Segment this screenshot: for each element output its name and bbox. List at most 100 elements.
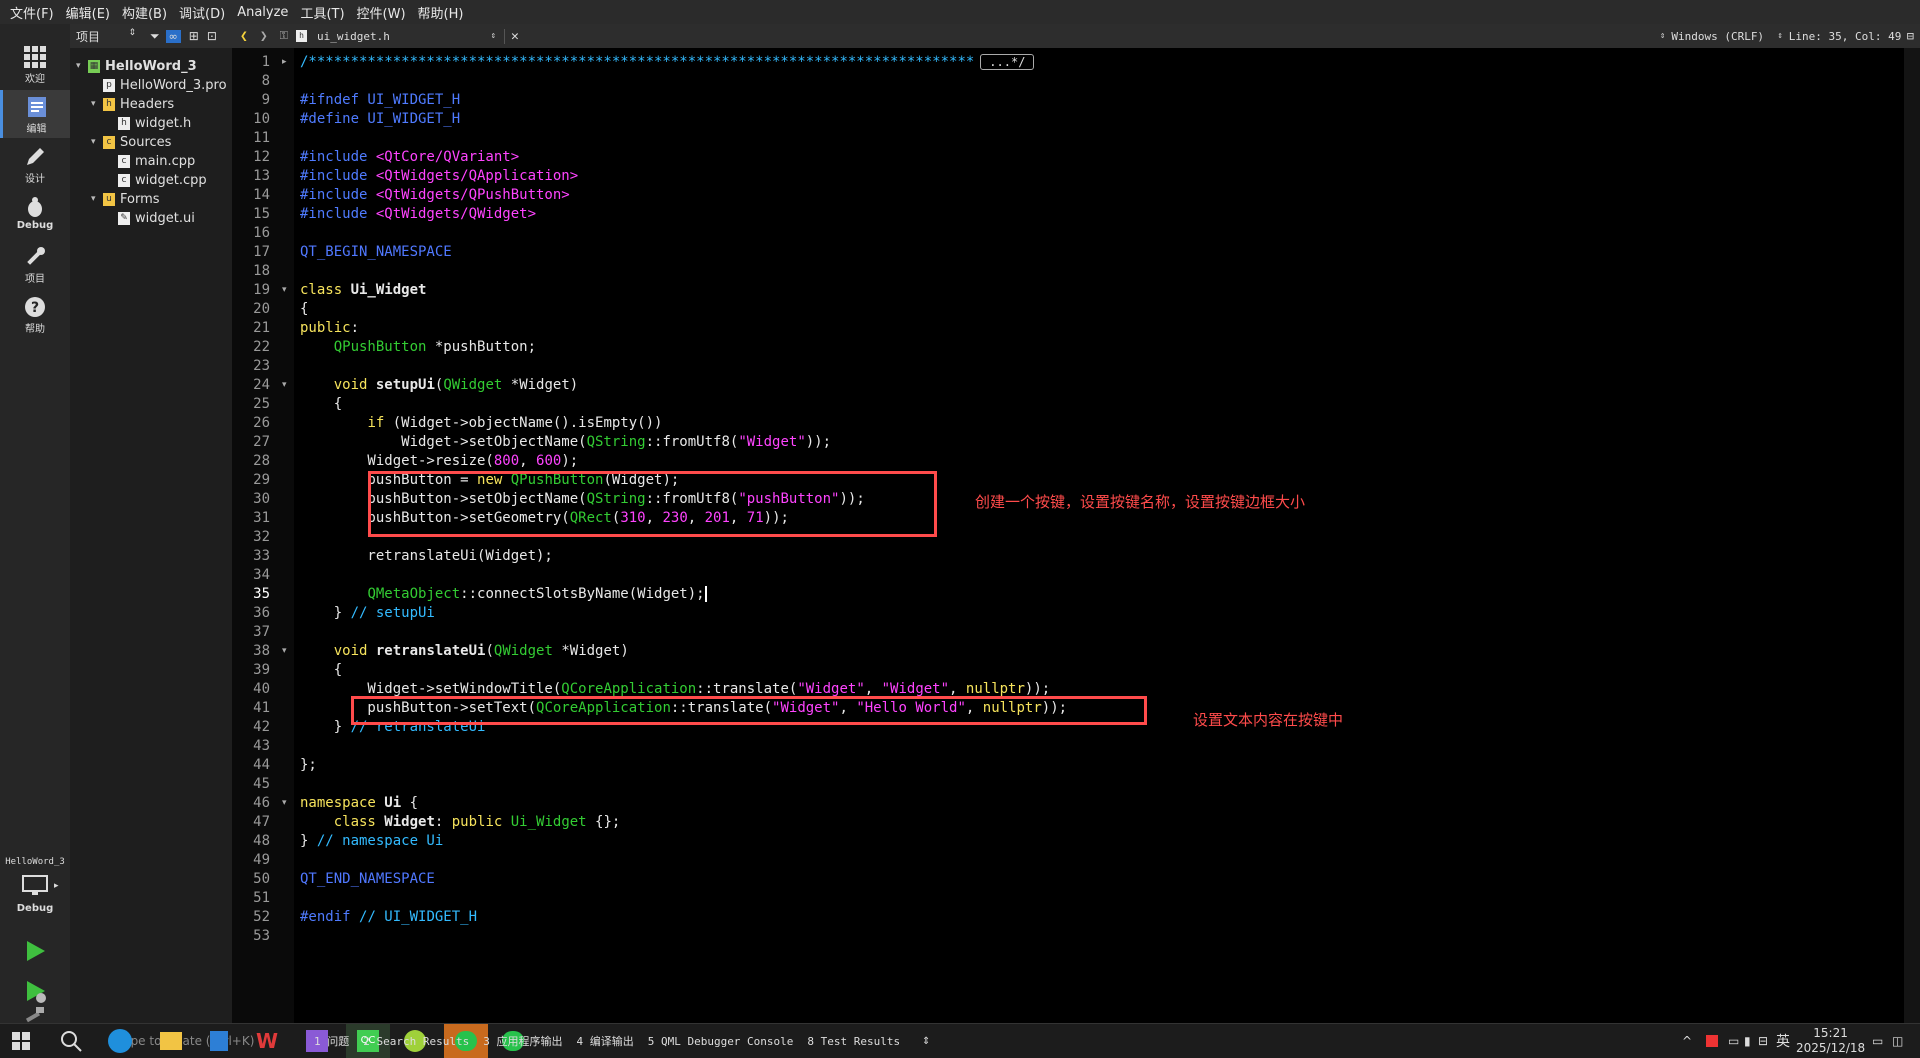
menu-item[interactable]: 构建(B) (116, 3, 173, 22)
edge-app-icon[interactable] (108, 1024, 132, 1058)
file-tab[interactable]: h ui_widget.h ⇕ (296, 30, 496, 43)
fold-expand-icon[interactable]: ▸ (282, 53, 287, 72)
close-file-icon[interactable]: ✕ (504, 28, 519, 44)
file-explorer-icon[interactable] (160, 1024, 182, 1058)
mode-design[interactable]: 设计 (0, 140, 70, 188)
clock[interactable]: 15:21 2025/12/18 (1796, 1024, 1865, 1058)
editor-toolbar: ❮ ❯ ⚿ h ui_widget.h ⇕ ✕ ⇕ Windows (CRLF)… (232, 24, 1920, 49)
debug-run-button[interactable] (22, 978, 48, 1004)
fold-collapse-icon[interactable]: ▾ (282, 376, 287, 395)
code-token: Ui (384, 795, 402, 811)
tree-item[interactable]: h widget.h (106, 114, 191, 133)
tree-item[interactable]: p HelloWord_3.pro (91, 76, 227, 95)
ime-indicator[interactable]: 英 (1776, 1024, 1790, 1058)
line-number: 22 (253, 339, 270, 355)
menu-item[interactable]: 文件(F) (4, 3, 60, 22)
pane-selector-updown-icon[interactable]: ⇕ (922, 1024, 930, 1058)
chevron-down-icon[interactable]: ▾ (91, 95, 103, 114)
cursor-position-label[interactable]: Line: 35, Col: 49 (1789, 30, 1907, 43)
output-pane-button[interactable]: 2 Search Results (363, 1035, 469, 1048)
tree-item[interactable]: ▾ u Forms (91, 190, 160, 209)
project-view-selector[interactable]: 项目 ⇕ (76, 28, 136, 45)
code-token: QCoreApplication (561, 681, 697, 697)
code-token: ( (485, 643, 494, 659)
tray-network-icon[interactable]: ▭ (1728, 1024, 1739, 1058)
menu-item[interactable]: 帮助(H) (412, 3, 470, 22)
project-view-label: 项目 (76, 29, 101, 44)
mode-debug[interactable]: Debug (0, 190, 70, 238)
fold-collapse-icon[interactable]: ▾ (282, 281, 287, 300)
code-token: QWidget (443, 377, 503, 393)
tree-item[interactable]: ▾ h Headers (91, 95, 174, 114)
chevron-right-icon: ▸ (54, 881, 59, 891)
mode-edit[interactable]: 编辑 (0, 90, 70, 138)
start-button[interactable] (12, 1024, 30, 1058)
code-token: retranslateUi (375, 643, 486, 659)
output-pane-button[interactable]: 4 编译输出 (576, 1033, 633, 1049)
forward-icon[interactable]: ❯ (260, 29, 268, 44)
sidebar-toggle-icon[interactable]: ◫ (1892, 1024, 1903, 1058)
menu-item[interactable]: 工具(T) (294, 3, 350, 22)
line-number: 26 (253, 415, 270, 431)
tree-item-label: Forms (120, 192, 160, 207)
link-editor-icon[interactable]: ∞ (165, 29, 181, 43)
chevron-down-icon[interactable]: ▾ (91, 133, 103, 152)
output-pane-buttons: 1 问题 2 Search Results 3 应用程序输出 4 编译输出 5 QML … (314, 1024, 914, 1058)
mode-help[interactable]: ? 帮助 (0, 290, 70, 338)
filter-icon[interactable]: ⏷ (150, 29, 160, 44)
split-icon[interactable]: ⊞ (189, 29, 199, 43)
menu-item[interactable]: Analyze (231, 5, 294, 20)
tray-app-icon[interactable] (1706, 1024, 1718, 1058)
code-line: { (300, 395, 342, 414)
line-number: 44 (253, 757, 270, 773)
line-number: 36 (253, 605, 270, 621)
menu-item[interactable]: 控件(W) (351, 3, 412, 22)
search-button[interactable] (60, 1024, 82, 1058)
vertical-scrollbar[interactable] (1904, 48, 1920, 1023)
notification-icon[interactable]: ▭ (1872, 1024, 1883, 1058)
back-icon[interactable]: ❮ (240, 29, 248, 44)
mode-projects[interactable]: 项目 (0, 240, 70, 288)
store-icon[interactable] (210, 1024, 228, 1058)
output-pane-button[interactable]: 8 Test Results (807, 1035, 900, 1048)
run-button[interactable] (22, 938, 48, 964)
output-pane-button[interactable]: 3 应用程序输出 (483, 1033, 562, 1049)
tray-monitor-icon[interactable]: ⊟ (1758, 1024, 1768, 1058)
split-editor-icon[interactable]: ⊟ (1907, 29, 1914, 43)
project-tree: ▾ ▦ HelloWord_3 p HelloWord_3.pro ▾ h Headers h w… (70, 48, 232, 1023)
tray-battery-icon[interactable]: ▮ (1744, 1024, 1751, 1058)
folded-comment-marker[interactable]: ...*/ (980, 54, 1035, 70)
chevron-down-icon[interactable]: ▾ (76, 57, 88, 76)
line-number: 9 (261, 92, 270, 108)
code-token: { (401, 795, 419, 811)
chevron-down-icon[interactable]: ▾ (91, 190, 103, 209)
menu-item[interactable]: 编辑(E) (60, 3, 116, 22)
code-line: retranslateUi(Widget); (300, 547, 552, 566)
code-line: #include <QtWidgets/QPushButton> (300, 186, 570, 205)
tree-item[interactable]: ▾ c Sources (91, 133, 171, 152)
output-pane-button[interactable]: 1 问题 (314, 1033, 349, 1049)
build-button[interactable] (22, 1005, 48, 1023)
code-token: QT_BEGIN_NAMESPACE (300, 244, 452, 260)
output-pane-button[interactable]: 5 QML Debugger Console (648, 1035, 794, 1048)
kit-build-button[interactable]: ▸ Debug (0, 873, 70, 921)
tree-item[interactable]: ✎ widget.ui (106, 209, 195, 228)
tree-item[interactable]: ▾ ▦ HelloWord_3 (76, 57, 197, 76)
code-line: { (300, 661, 342, 680)
fold-collapse-icon[interactable]: ▾ (282, 642, 287, 661)
tree-item[interactable]: c widget.cpp (106, 171, 207, 190)
line-ending-selector[interactable]: ⇕ Windows (CRLF) ⇕ (1660, 30, 1789, 43)
tray-chevron-up-icon[interactable]: ^ (1682, 1024, 1692, 1058)
tree-item[interactable]: c main.cpp (106, 152, 195, 171)
code-line: Widget->resize(800, 600); (300, 452, 578, 471)
close-panel-icon[interactable]: ⊡ (207, 29, 217, 43)
code-token: Widget->setObjectName( (300, 434, 587, 450)
monitor-icon (22, 875, 48, 895)
fold-collapse-icon[interactable]: ▾ (282, 794, 287, 813)
line-number: 8 (261, 73, 270, 89)
wps-icon[interactable]: W (256, 1024, 278, 1058)
highlight-box-create-button (368, 471, 937, 537)
menu-item[interactable]: 调试(D) (173, 3, 231, 22)
mode-welcome[interactable]: 欢迎 (0, 40, 70, 88)
